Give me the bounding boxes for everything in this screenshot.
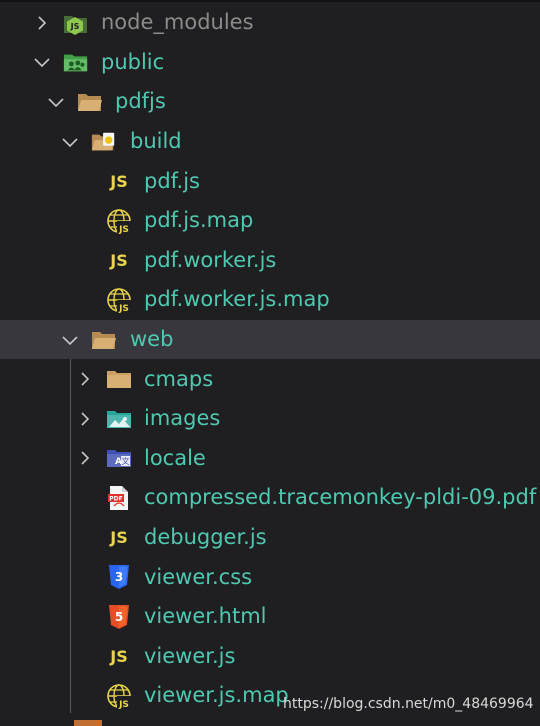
- tree-item-label: node_modules: [101, 10, 254, 35]
- tree-item-pdf-js[interactable]: JS pdf.js: [0, 161, 540, 201]
- tree-item-viewer-js[interactable]: JS viewer.js: [0, 637, 540, 677]
- folder-open-icon: [77, 89, 103, 115]
- nodejs-folder-icon: JS: [63, 10, 89, 36]
- tree-item-images[interactable]: images: [0, 399, 540, 439]
- tree-item-pdfjs[interactable]: pdfjs: [0, 82, 540, 122]
- build-folder-icon: [91, 129, 117, 155]
- tree-item-pdf-worker-js[interactable]: JS pdf.worker.js: [0, 241, 540, 281]
- public-folder-icon: [63, 49, 89, 75]
- tree-item-public[interactable]: public: [0, 43, 540, 83]
- tree-item-label: viewer.css: [144, 564, 253, 589]
- svg-text:JS: JS: [70, 22, 80, 31]
- chevron-down-icon[interactable]: [60, 132, 80, 152]
- svg-text:文: 文: [122, 456, 130, 466]
- tree-item-viewer-css[interactable]: 3 viewer.css: [0, 557, 540, 597]
- tree-item-node-modules[interactable]: JS node_modules: [0, 3, 540, 43]
- file-explorer-tree: JS node_modules public pdfjs build JS pd…: [0, 3, 540, 716]
- tree-item-build[interactable]: build: [0, 122, 540, 162]
- folder-open-icon: [91, 327, 117, 353]
- tree-item-pdf-worker-js-map[interactable]: JS pdf.worker.js.map: [0, 280, 540, 320]
- tree-item-label: build: [130, 129, 182, 154]
- watermark-text: https://blog.csdn.net/m0_48469964: [283, 696, 534, 712]
- svg-text:5: 5: [115, 610, 123, 624]
- tree-item-label: pdfjs: [115, 89, 166, 114]
- chevron-down-icon[interactable]: [60, 330, 80, 350]
- tree-item-label: images: [144, 406, 221, 431]
- tree-item-label: locale: [144, 445, 206, 470]
- folder-icon: [106, 366, 132, 392]
- tree-item-cmaps[interactable]: cmaps: [0, 359, 540, 399]
- tree-item-viewer-html[interactable]: 5 viewer.html: [0, 597, 540, 637]
- tree-item-compressed-pdf[interactable]: PDF compressed.tracemonkey-pldi-09.pdf: [0, 478, 540, 518]
- js-map-file-icon: JS: [106, 287, 132, 313]
- tree-item-label: pdf.js: [144, 168, 200, 193]
- partial-folder-icon: [74, 720, 102, 726]
- svg-text:JS: JS: [118, 700, 129, 709]
- js-map-file-icon: JS: [106, 683, 132, 709]
- chevron-down-icon[interactable]: [32, 52, 52, 72]
- tree-item-label: debugger.js: [144, 525, 267, 550]
- tree-item-label: pdf.worker.js.map: [144, 287, 330, 312]
- top-border: [0, 0, 540, 2]
- svg-text:JS: JS: [118, 225, 129, 234]
- tree-item-label: viewer.html: [144, 604, 267, 629]
- tree-item-label: pdf.worker.js: [144, 247, 277, 272]
- js-file-icon: JS: [110, 528, 128, 548]
- tree-item-locale[interactable]: A 文 locale: [0, 439, 540, 479]
- tree-item-debugger-js[interactable]: JS debugger.js: [0, 518, 540, 558]
- chevron-right-icon[interactable]: [75, 369, 95, 389]
- tree-item-label: public: [101, 49, 165, 74]
- images-folder-icon: [106, 406, 132, 432]
- js-map-file-icon: JS: [106, 208, 132, 234]
- tree-item-label: pdf.js.map: [144, 208, 254, 233]
- chevron-right-icon[interactable]: [75, 448, 95, 468]
- tree-item-label: viewer.js.map: [144, 683, 289, 708]
- svg-text:3: 3: [115, 570, 123, 584]
- svg-text:PDF: PDF: [109, 495, 122, 502]
- svg-text:JS: JS: [118, 304, 129, 313]
- chevron-down-icon[interactable]: [46, 92, 66, 112]
- locale-folder-icon: A 文: [106, 445, 132, 471]
- tree-item-web[interactable]: web: [0, 319, 540, 360]
- tree-item-pdf-js-map[interactable]: JS pdf.js.map: [0, 201, 540, 241]
- js-file-icon: JS: [110, 171, 128, 191]
- chevron-right-icon[interactable]: [75, 409, 95, 429]
- js-file-icon: JS: [110, 250, 128, 270]
- css-file-icon: 3: [106, 564, 132, 590]
- pdf-file-icon: PDF: [106, 485, 132, 511]
- chevron-right-icon[interactable]: [32, 13, 52, 33]
- tree-item-label: viewer.js: [144, 643, 236, 668]
- js-file-icon: JS: [110, 646, 128, 666]
- html-file-icon: 5: [106, 604, 132, 630]
- tree-item-label: web: [130, 327, 174, 352]
- tree-item-label: cmaps: [144, 366, 214, 391]
- tree-item-label: compressed.tracemonkey-pldi-09.pdf: [144, 485, 537, 510]
